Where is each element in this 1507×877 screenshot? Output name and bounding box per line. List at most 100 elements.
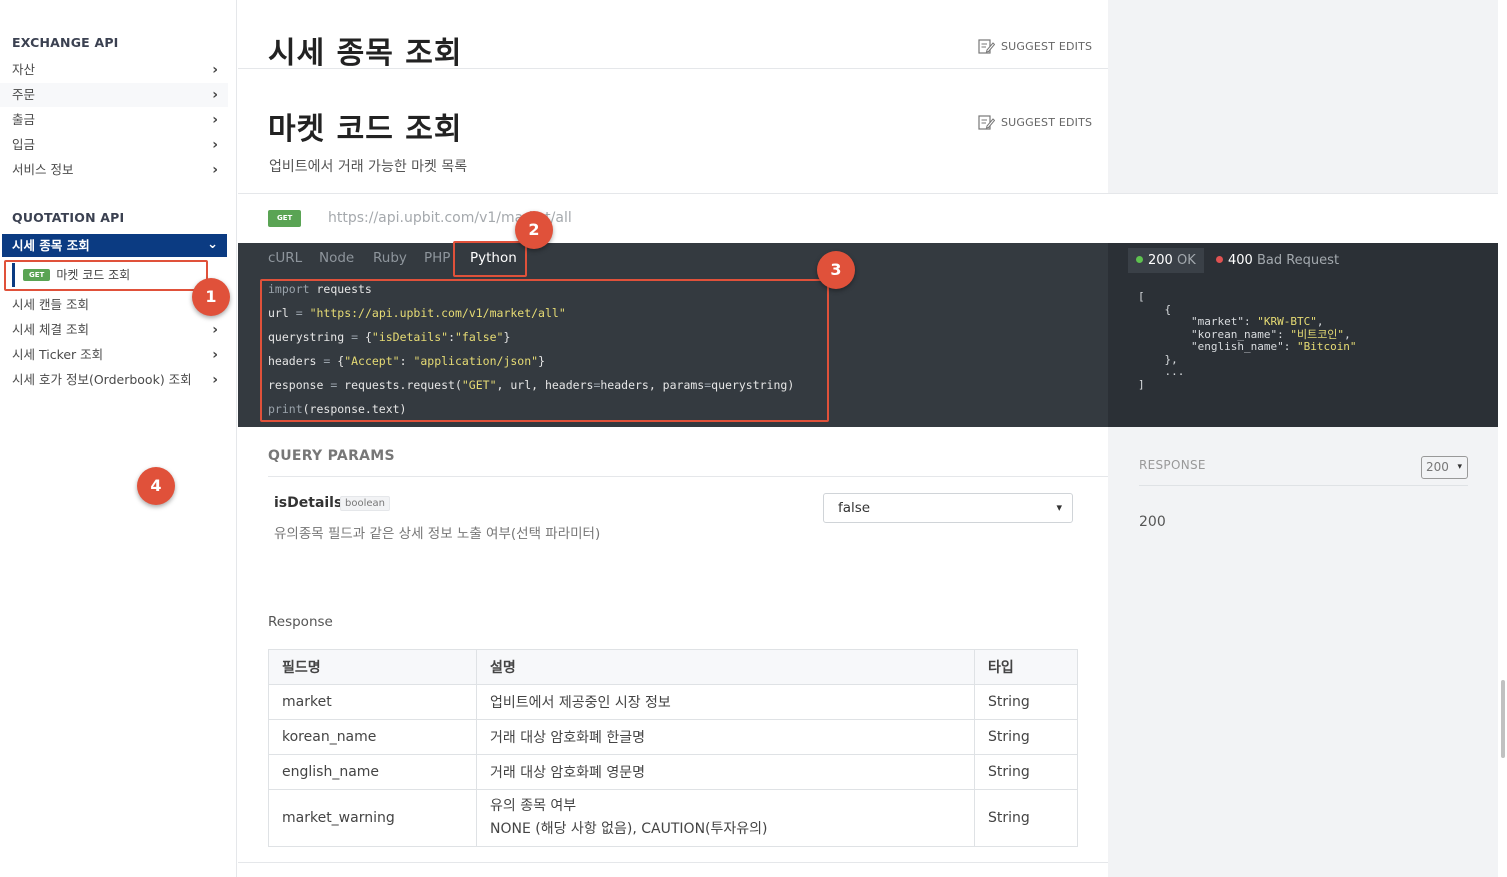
suggest-edits-link[interactable]: SUGGEST EDITS: [978, 38, 1092, 54]
response-title: RESPONSE: [1139, 458, 1206, 472]
json-line: "english_name": "Bitcoin": [1138, 340, 1357, 353]
desc-cell: 거래 대상 암호화폐 한글명: [476, 719, 975, 755]
tab-status-400[interactable]: 400 Bad Request: [1208, 248, 1347, 273]
chevron-right-icon: ›: [212, 322, 218, 338]
chevron-right-icon: ›: [212, 137, 218, 153]
sidebar-item-orderbook[interactable]: 시세 호가 정보(Orderbook) 조회 ›: [0, 368, 228, 392]
type-cell: String: [974, 684, 1078, 720]
quotation-api-title: QUOTATION API: [12, 210, 125, 225]
sidebar-item-label: 출금: [12, 112, 36, 127]
field-cell: market_warning: [268, 789, 477, 847]
param-type-tag: boolean: [340, 496, 390, 511]
desc-line: NONE (해당 사항 없음), CAUTION(투자유의): [490, 821, 768, 837]
tab-status-200[interactable]: 200 OK: [1128, 248, 1204, 273]
get-method-badge: GET: [268, 210, 302, 227]
field-cell: korean_name: [268, 719, 477, 755]
annotation-marker: 4: [137, 467, 175, 505]
edit-icon: [978, 39, 996, 54]
sidebar-item-deposit[interactable]: 입금 ›: [0, 133, 228, 157]
column-header: 필드명: [268, 649, 477, 685]
sidebar-item-service-info[interactable]: 서비스 정보 ›: [0, 158, 228, 182]
select-value: 200: [1426, 460, 1449, 474]
json-line: ...: [1138, 365, 1185, 378]
table-row: market 업비트에서 제공중인 시장 정보 String: [268, 684, 1078, 720]
annotation-marker: 3: [817, 251, 855, 289]
response-code-select[interactable]: 200 ▾: [1421, 456, 1468, 479]
field-cell: market: [268, 684, 477, 720]
tab-curl[interactable]: cURL: [268, 250, 302, 266]
status-code: 400: [1228, 253, 1253, 268]
response-fields-table: 필드명 설명 타입 market 업비트에서 제공중인 시장 정보 String…: [268, 649, 1078, 847]
divider: [268, 476, 1108, 477]
annotation-box: [453, 241, 527, 277]
chevron-down-icon: ▾: [1056, 501, 1062, 514]
status-ok-dot: [1136, 256, 1143, 263]
sidebar-item-label: 시세 호가 정보(Orderbook) 조회: [12, 372, 192, 387]
json-line: [: [1138, 290, 1145, 303]
edit-icon: [978, 115, 996, 130]
sidebar-item-orders[interactable]: 주문 ›: [0, 83, 228, 107]
status-text: Bad Request: [1256, 253, 1340, 268]
type-cell: String: [974, 719, 1078, 755]
sidebar-item-assets[interactable]: 자산 ›: [0, 58, 228, 82]
divider: [238, 862, 1108, 863]
column-header: 타입: [974, 649, 1078, 685]
param-description: 유의종목 필드과 같은 상세 정보 노출 여부(선택 파라미터): [274, 526, 601, 542]
sidebar-item-trades[interactable]: 시세 체결 조회 ›: [0, 318, 228, 342]
param-name: isDetails: [274, 495, 343, 511]
status-code: 200: [1148, 253, 1173, 268]
status-error-dot: [1216, 256, 1223, 263]
chevron-right-icon: ›: [212, 372, 218, 388]
exchange-api-title: EXCHANGE API: [12, 35, 119, 50]
sidebar-item-label: 시세 캔들 조회: [12, 297, 89, 312]
tab-php[interactable]: PHP: [424, 250, 450, 266]
response-label: Response: [268, 614, 333, 630]
json-line: ]: [1138, 377, 1145, 391]
annotation-box: [260, 279, 829, 422]
desc-line: 유의 종목 여부: [490, 798, 577, 814]
sidebar-item-ticker[interactable]: 시세 Ticker 조회 ›: [0, 343, 228, 367]
sidebar: EXCHANGE API 자산 › 주문 › 출금 › 입금 › 서비스 정보 …: [0, 0, 237, 877]
status-text: OK: [1176, 253, 1196, 268]
column-header: 설명: [476, 649, 975, 685]
chevron-right-icon: ›: [212, 62, 218, 78]
json-example: [ { "market": "KRW-BTC", "korean_name": …: [1138, 290, 1357, 391]
is-details-select[interactable]: false ▾: [823, 493, 1073, 523]
table-row: korean_name 거래 대상 암호화폐 한글명 String: [268, 719, 1078, 755]
sidebar-item-label: 서비스 정보: [12, 162, 74, 177]
sidebar-item-label: 시세 Ticker 조회: [12, 347, 104, 362]
response-example-panel: 200 OK 400 Bad Request [ { "market": "KR…: [1108, 243, 1498, 427]
field-cell: english_name: [268, 754, 477, 790]
desc-cell: 업비트에서 제공중인 시장 정보: [476, 684, 975, 720]
chevron-right-icon: ›: [212, 112, 218, 128]
suggest-edits-label: SUGGEST EDITS: [1001, 116, 1093, 129]
sidebar-item-label: 자산: [12, 62, 36, 77]
select-value: false: [838, 500, 871, 516]
right-panel: [1108, 0, 1498, 877]
page-description: 업비트에서 거래 가능한 마켓 목록: [269, 159, 468, 175]
sidebar-item-market-list[interactable]: 시세 종목 조회 ⌄: [2, 234, 227, 257]
query-params-title: QUERY PARAMS: [268, 448, 395, 464]
tab-node[interactable]: Node: [319, 250, 354, 266]
section-title: 시세 종목 조회: [268, 36, 463, 71]
chevron-right-icon: ›: [212, 87, 218, 103]
type-cell: String: [974, 754, 1078, 790]
annotation-box: [4, 260, 208, 291]
divider: [238, 68, 1108, 69]
sidebar-item-label: 시세 종목 조회: [12, 238, 90, 253]
suggest-edits-link[interactable]: SUGGEST EDITS: [978, 114, 1092, 130]
sidebar-item-label: 입금: [12, 137, 36, 152]
scrollbar-thumb[interactable]: [1501, 680, 1505, 758]
sidebar-item-withdraw[interactable]: 출금 ›: [0, 108, 228, 132]
divider: [1139, 485, 1468, 486]
annotation-marker: 1: [192, 278, 230, 316]
desc-cell: 유의 종목 여부 NONE (해당 사항 없음), CAUTION(투자유의): [476, 789, 975, 847]
chevron-down-icon: ⌄: [207, 237, 218, 252]
response-code-value: 200: [1139, 514, 1166, 530]
page-title: 마켓 코드 조회: [268, 112, 463, 147]
tab-ruby[interactable]: Ruby: [373, 250, 407, 266]
table-row: market_warning 유의 종목 여부 NONE (해당 사항 없음), …: [268, 789, 1078, 847]
suggest-edits-label: SUGGEST EDITS: [1001, 40, 1093, 53]
table-row: english_name 거래 대상 암호화폐 영문명 String: [268, 754, 1078, 790]
table-header-row: 필드명 설명 타입: [268, 649, 1078, 685]
